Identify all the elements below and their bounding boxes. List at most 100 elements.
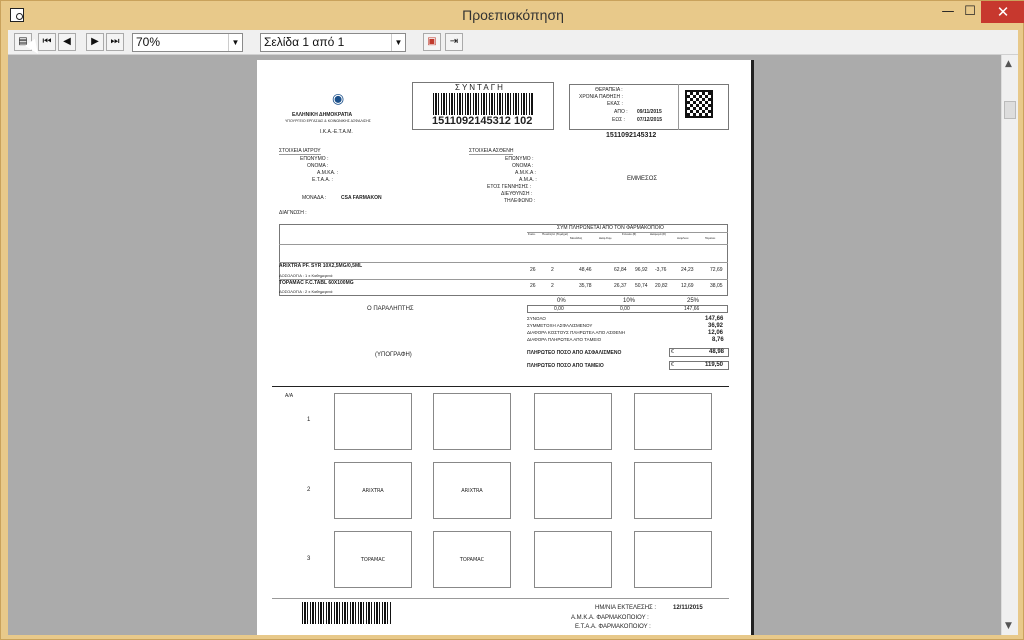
next-icon: ▶	[91, 36, 99, 47]
close-button[interactable]: ✕	[981, 1, 1024, 23]
divider	[279, 244, 728, 245]
zoom-select[interactable]: 70% ▼	[132, 33, 243, 52]
col-header: Σύνολο (€)	[622, 232, 637, 236]
section-divider	[272, 386, 729, 387]
total-value: 8,76	[712, 337, 724, 343]
document-page: ◉ ΕΛΛΗΝΙΚΗ ΔΗΜΟΚΡΑΤΙΑ ΥΠΟΥΡΓΕΙΟ ΕΡΓΑΣΙΑΣ…	[257, 60, 754, 635]
therapy-label: ΘΕΡΑΠΕΙΑ :	[595, 87, 623, 93]
item-value: 2	[551, 283, 554, 289]
item-value: 26	[530, 267, 536, 273]
vertical-scrollbar[interactable]: ▲ ▼	[1001, 55, 1018, 635]
exit-preview-button[interactable]: ⇥	[445, 33, 463, 51]
sticker-cell	[334, 393, 412, 450]
divider	[272, 598, 729, 599]
item-value: 24,23	[681, 267, 694, 273]
diagnosis-label: ΔΙΑΓΝΩΣΗ :	[279, 210, 307, 216]
sticker-cell	[433, 393, 511, 450]
barcode-number: 1511092145312 102	[432, 115, 533, 127]
next-page-button[interactable]: ▶	[86, 33, 104, 51]
total-label: ΣΥΜΜΕΤΟΧΗ ΑΣΦΑΛΙΣΜΕΝΟΥ	[527, 323, 593, 328]
total-label: ΔΙΑΦΟΡΑ ΠΛΗΡΩΤΕΑ ΑΠΟ ΤΑΜΕΙΟ	[527, 337, 602, 342]
qr-number: 1511092145312	[606, 132, 657, 139]
last-page-icon: ⏭	[110, 36, 120, 47]
item-dosage: ΔΟΣΟΛΟΓΙΑ : 2 x Καθημερινά	[279, 289, 333, 294]
doctor-surname-label: ΕΠΩΝΥΜΟ :	[300, 156, 329, 162]
document-viewport[interactable]: ◉ ΕΛΛΗΝΙΚΗ ΔΗΜΟΚΡΑΤΙΑ ΥΠΟΥΡΓΕΙΟ ΕΡΓΑΣΙΑΣ…	[8, 55, 1001, 635]
percent-value: 0,00	[554, 306, 564, 312]
sticker-cell: ARIXTRA	[433, 462, 511, 519]
to-label: ΕΩΣ :	[612, 117, 625, 123]
sticker-label: TOPAMAC	[459, 557, 485, 563]
pdf-icon: ▣	[427, 36, 437, 47]
emblem-icon: ◉	[332, 90, 345, 106]
unit-label: ΜΟΝΑΔΑ :	[302, 195, 327, 201]
chevron-down-icon: ▼	[391, 34, 405, 51]
scroll-thumb[interactable]	[1004, 101, 1016, 119]
item-value: 26	[530, 283, 536, 289]
sticker-cell	[634, 393, 712, 450]
euro-icon: €	[671, 349, 674, 355]
total-value: 36,92	[708, 323, 724, 329]
paid-insured-value: 48,98	[709, 349, 725, 355]
paid-insured-label: ΠΛΗΡΩΤΕΟ ΠΟΣΟ ΑΠΟ ΑΣΦΑΛΙΣΜΕΝΟ	[527, 350, 622, 356]
row-number: 2	[307, 487, 311, 493]
zoom-value: 70%	[136, 35, 161, 49]
sticker-cell	[634, 531, 712, 588]
signature-label: (ΥΠΟΓΡΑΦΗ)	[375, 352, 412, 358]
org-name: ΕΛΛΗΝΙΚΗ ΔΗΜΟΚΡΑΤΙΑ	[292, 112, 353, 118]
percent-label: 0%	[557, 298, 566, 304]
doctor-name-label: ΟΝΟΜΑ :	[307, 163, 329, 169]
sticker-label: ARIXTRA	[362, 488, 384, 494]
sticker-cell	[534, 531, 612, 588]
sticker-cell: TOPAMAC	[433, 531, 511, 588]
page-value: Σελίδα 1 από 1	[264, 35, 345, 49]
doctor-section-title: ΣΤΟΙΧΕΙΑ ΙΑΤΡΟΥ	[279, 148, 321, 155]
total-value: 147,66	[705, 316, 724, 322]
patient-value: ΕΜΜΕΣΟΣ	[627, 176, 658, 182]
pharmacy-barcode	[302, 602, 392, 624]
from-label: ΑΠΟ :	[614, 109, 628, 115]
receiver-label: Ο ΠΑΡΑΛΗΠΤΗΣ	[367, 306, 414, 312]
item-name: ARIXTRA PF. SYR 10X2,5MG/0,5ML	[279, 263, 363, 269]
sticker-label: ARIXTRA	[461, 488, 483, 494]
total-value: 12,06	[708, 330, 724, 336]
page-select[interactable]: Σελίδα 1 από 1 ▼	[260, 33, 406, 52]
exit-icon: ⇥	[449, 36, 459, 47]
scroll-up-icon[interactable]: ▲	[1005, 59, 1012, 69]
export-pdf-button[interactable]: ▣	[423, 33, 441, 51]
percent-label: 10%	[623, 298, 636, 304]
sticker-label: TOPAMAC	[360, 557, 386, 563]
exec-date-value: 12/11/2015	[673, 605, 703, 611]
first-page-icon: ⏮	[42, 36, 52, 47]
last-page-button[interactable]: ⏭	[106, 33, 124, 51]
item-value: 72,69	[710, 267, 723, 273]
title-bar: Προεπισκόπηση — ☐ ✕	[1, 1, 1024, 30]
paid-fund-value: 119,50	[705, 362, 724, 368]
item-value: 2	[551, 267, 554, 273]
col-header: Ασφ/νου	[677, 236, 689, 240]
item-value: -3,76	[655, 267, 667, 273]
from-date: 09/11/2015	[637, 109, 662, 115]
prescription-title: ΣΥΝΤΑΓΗ	[455, 83, 505, 92]
patient-field: ΤΗΛΕΦΩΝΟ :	[504, 198, 536, 204]
item-value: 48,46	[579, 267, 592, 273]
patient-field: ΕΤΟΣ ΓΕΝΝΗΣΗΣ :	[487, 184, 532, 190]
percent-value: 0,00	[620, 306, 630, 312]
sticker-cell	[534, 462, 612, 519]
item-value: 35,78	[579, 283, 592, 289]
total-label: ΣΥΝΟΛΟ	[527, 316, 546, 321]
item-value: 50,74	[635, 283, 648, 289]
doctor-amka-label: Α.Μ.ΚΑ. :	[317, 170, 339, 176]
qr-code	[685, 90, 713, 118]
item-name: TOPAMAC F.C.TABL 60X100MG	[279, 280, 354, 286]
scroll-down-icon[interactable]: ▼	[1005, 621, 1012, 631]
exec-date-label: ΗΜ/ΝΙΑ ΕΚΤΕΛΕΣΗΣ :	[595, 605, 657, 611]
item-value: 12,69	[681, 283, 694, 289]
patient-field: Α.Μ.Α. :	[519, 177, 537, 183]
col-header: Συσκ.	[528, 232, 536, 236]
maximize-button[interactable]: ☐	[956, 1, 984, 23]
chronic-label: ΧΡΟΝΙΑ ΠΑΘΗΣΗ :	[579, 94, 623, 100]
preview-window: Προεπισκόπηση — ☐ ✕ ▤ ⏮ ◀ ▶ ⏭ 70% ▼ Σελί…	[0, 0, 1024, 640]
previous-page-button[interactable]: ◀	[58, 33, 76, 51]
patient-field: ΔΙΕΥΘΥΝΣΗ :	[501, 191, 533, 197]
